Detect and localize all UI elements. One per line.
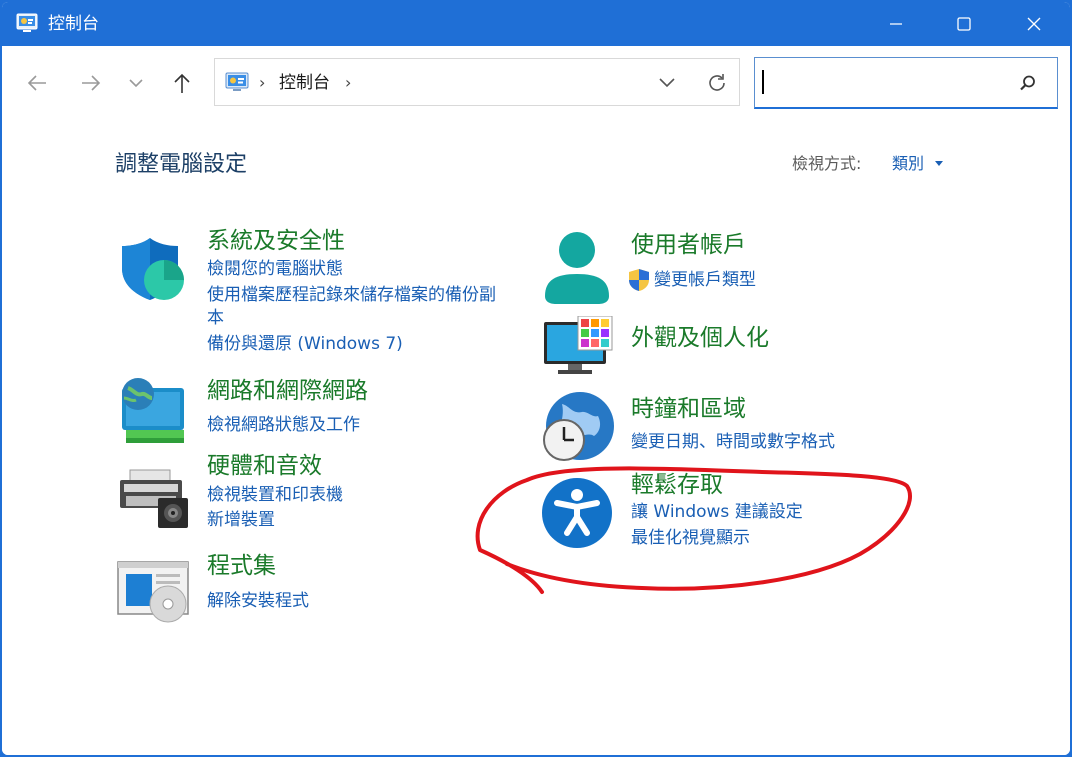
- category-programs[interactable]: 程式集: [207, 551, 276, 581]
- breadcrumb-control-panel[interactable]: 控制台: [279, 71, 330, 95]
- category-clock-region[interactable]: 時鐘和區域: [631, 394, 746, 424]
- address-history-button[interactable]: [655, 71, 679, 95]
- link-let-windows-suggest-settings[interactable]: 讓 Windows 建議設定: [631, 500, 803, 524]
- programs-disc-icon[interactable]: [116, 560, 190, 624]
- search-box[interactable]: [754, 57, 1058, 109]
- network-globe-icon[interactable]: [118, 376, 188, 446]
- minimize-button[interactable]: [862, 2, 930, 46]
- control-panel-icon: [16, 13, 38, 32]
- link-view-devices-printers[interactable]: 檢視裝置和印表機: [207, 483, 343, 507]
- category-ease-of-access[interactable]: 輕鬆存取: [631, 470, 723, 500]
- minimize-icon: [890, 23, 902, 25]
- link-optimize-visual-display[interactable]: 最佳化視覺顯示: [631, 526, 750, 550]
- refresh-button[interactable]: [704, 70, 730, 96]
- user-account-icon[interactable]: [542, 230, 612, 306]
- control-panel-icon: [225, 72, 249, 91]
- shield-icon[interactable]: [120, 236, 186, 302]
- link-change-account-type[interactable]: 變更帳戶類型: [654, 268, 756, 292]
- view-by-label: 檢視方式:: [792, 154, 862, 173]
- address-bar[interactable]: › 控制台 ›: [214, 58, 740, 106]
- text-cursor: [762, 70, 764, 94]
- category-hardware-sound[interactable]: 硬體和音效: [207, 451, 322, 481]
- link-backup-restore[interactable]: 備份與還原 (Windows 7): [207, 332, 403, 356]
- category-appearance-personalization[interactable]: 外觀及個人化: [631, 323, 769, 353]
- caret-down-icon[interactable]: [934, 160, 944, 168]
- search-icon[interactable]: [1017, 72, 1039, 94]
- link-file-history-backup[interactable]: 使用檔案歷程記錄來儲存檔案的備份副: [207, 283, 496, 307]
- arrow-right-icon: [82, 75, 101, 91]
- arrow-up-icon: [174, 73, 190, 93]
- breadcrumb-separator: ›: [259, 73, 266, 92]
- accessibility-icon[interactable]: [541, 477, 613, 549]
- maximize-icon: [957, 17, 971, 31]
- category-network-internet[interactable]: 網路和網際網路: [207, 376, 368, 406]
- control-panel-window: 控制台 › 控制台 › 調整電腦設定 檢視方式: 類別 系統及安全性 檢閱您的電…: [0, 0, 1072, 757]
- back-button[interactable]: [20, 66, 54, 100]
- search-input[interactable]: [763, 68, 1017, 98]
- window-title: 控制台: [48, 14, 99, 34]
- printer-speaker-icon[interactable]: [118, 468, 190, 530]
- breadcrumb-separator[interactable]: ›: [345, 73, 351, 93]
- uac-shield-icon: [629, 269, 649, 291]
- title-bar[interactable]: 控制台: [2, 2, 1070, 46]
- chevron-down-icon: [659, 78, 675, 88]
- recent-locations-button[interactable]: [119, 66, 153, 100]
- close-button[interactable]: [1000, 2, 1068, 46]
- chevron-down-icon: [129, 79, 143, 88]
- link-review-computer-status[interactable]: 檢閱您的電腦狀態: [207, 257, 343, 281]
- navigation-bar: › 控制台 ›: [2, 46, 1070, 120]
- monitor-personalize-icon[interactable]: [542, 316, 614, 378]
- view-by-dropdown[interactable]: 類別: [892, 153, 924, 175]
- link-add-device[interactable]: 新增裝置: [207, 508, 275, 532]
- link-uninstall-program[interactable]: 解除安裝程式: [207, 589, 309, 613]
- link-view-network-status[interactable]: 檢視網路狀態及工作: [207, 413, 360, 437]
- category-system-security[interactable]: 系統及安全性: [207, 226, 345, 256]
- page-title: 調整電腦設定: [115, 152, 248, 177]
- link-file-history-backup-cont[interactable]: 本: [207, 306, 224, 330]
- globe-clock-icon[interactable]: [540, 392, 616, 462]
- link-change-date-time-format[interactable]: 變更日期、時間或數字格式: [631, 430, 835, 454]
- forward-button[interactable]: [74, 66, 108, 100]
- arrow-left-icon: [27, 75, 46, 91]
- refresh-icon: [709, 74, 725, 91]
- category-user-accounts[interactable]: 使用者帳戶: [631, 230, 746, 260]
- close-icon: [1027, 17, 1041, 31]
- up-button[interactable]: [165, 66, 199, 100]
- maximize-button[interactable]: [930, 2, 998, 46]
- main-content: 調整電腦設定 檢視方式: 類別 系統及安全性 檢閱您的電腦狀態 使用檔案歷程記錄…: [2, 120, 1070, 755]
